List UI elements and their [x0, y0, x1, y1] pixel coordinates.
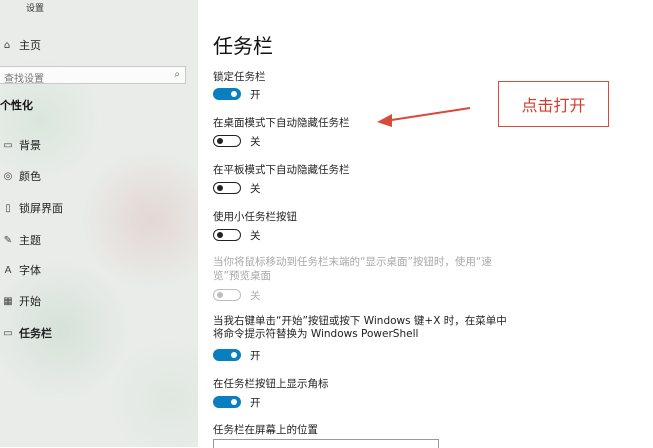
annotation-arrow [377, 107, 471, 127]
annotation-callout: 点击打开 [498, 81, 609, 127]
annotation-text: 点击打开 [521, 96, 586, 115]
